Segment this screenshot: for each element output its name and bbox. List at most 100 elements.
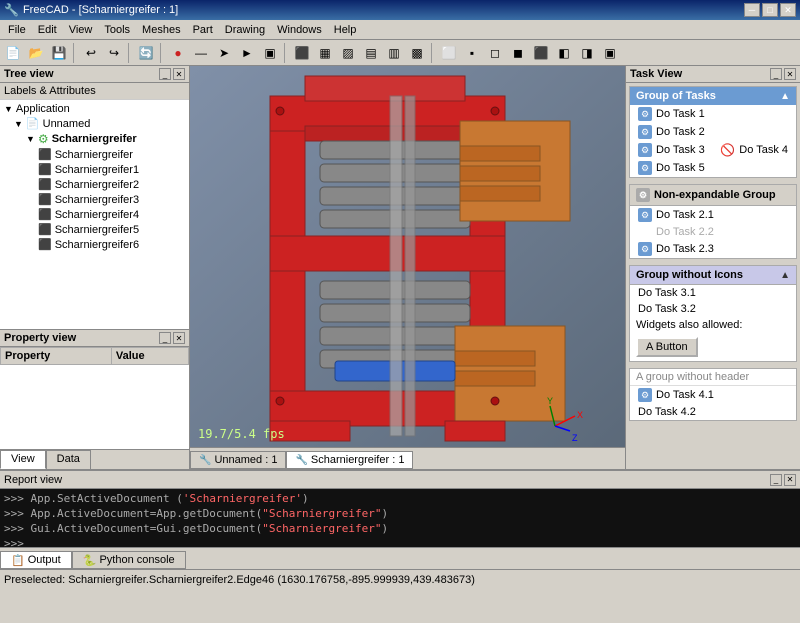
title-bar: 🔧 FreeCAD - [Scharniergreifer : 1] ─ □ ✕ xyxy=(0,0,800,20)
tab-data[interactable]: Data xyxy=(46,450,91,469)
toolbar: 📄 📂 💾 ↩ ↪ 🔄 ● — ➤ ► ▣ ⬛ ▦ ▨ ▤ ▥ ▩ ⬜ ▪ ◻ … xyxy=(0,40,800,66)
sg1-label: Scharniergreifer1 xyxy=(55,164,139,176)
task-item-4-2[interactable]: Do Task 4.2 xyxy=(630,404,796,420)
tree-item-sg5[interactable]: ⬛ Scharniergreifer5 xyxy=(2,222,187,237)
menu-help[interactable]: Help xyxy=(328,22,363,38)
tb-3d7[interactable]: ◨ xyxy=(576,42,598,64)
task-item-2-1[interactable]: ⚙ Do Task 2.1 xyxy=(630,206,796,224)
prop-view-close[interactable]: ✕ xyxy=(173,332,185,344)
tb-b3[interactable]: ▦ xyxy=(314,42,336,64)
tb-open[interactable]: 📂 xyxy=(25,42,47,64)
tb-3d4[interactable]: ◼ xyxy=(507,42,529,64)
menu-part[interactable]: Part xyxy=(187,22,219,38)
task-panel-minimize[interactable]: _ xyxy=(770,68,782,80)
tree-view-minimize[interactable]: _ xyxy=(159,68,171,80)
report-tab-output[interactable]: 📋 Output xyxy=(0,551,72,569)
task-item-1-1[interactable]: ⚙ Do Task 1 xyxy=(630,105,796,123)
tb-3d1[interactable]: ⬜ xyxy=(438,42,460,64)
fps-label: 19.7/5.4 fps xyxy=(198,427,285,441)
menu-edit[interactable]: Edit xyxy=(32,22,63,38)
sg4-label: Scharniergreifer4 xyxy=(55,209,139,221)
close-button[interactable]: ✕ xyxy=(780,3,796,17)
tb-save[interactable]: 💾 xyxy=(48,42,70,64)
tb-b2[interactable]: ⬛ xyxy=(291,42,313,64)
report-minimize[interactable]: _ xyxy=(770,474,782,486)
tb-redo[interactable]: ↪ xyxy=(103,42,125,64)
unnamed-expand-icon[interactable]: ▼ xyxy=(14,119,23,129)
a-button[interactable]: A Button xyxy=(636,337,698,357)
unnamed-doc-icon: 📄 xyxy=(26,117,40,130)
tree-item-sg6[interactable]: ⬛ Scharniergreifer6 xyxy=(2,237,187,252)
task-1-5-icon: ⚙ xyxy=(638,161,652,175)
task-group-3: Group without Icons ▲ Do Task 3.1 Do Tas… xyxy=(629,265,797,362)
3d-model-svg: X Y Z xyxy=(190,66,625,469)
expand-icon[interactable]: ▼ xyxy=(4,104,13,114)
tb-cursor[interactable]: ● xyxy=(167,42,189,64)
tb-new[interactable]: 📄 xyxy=(2,42,24,64)
tree-item-sg0[interactable]: ⬛ Scharniergreifer xyxy=(2,147,187,162)
task-item-1-5[interactable]: ⚙ Do Task 5 xyxy=(630,159,796,177)
tb-b5[interactable]: ▤ xyxy=(360,42,382,64)
tree-item-sg4[interactable]: ⬛ Scharniergreifer4 xyxy=(2,207,187,222)
tb-undo[interactable]: ↩ xyxy=(80,42,102,64)
task-2-1-icon: ⚙ xyxy=(638,208,652,222)
task-item-3-2[interactable]: Do Task 3.2 xyxy=(630,301,796,317)
tb-3d6[interactable]: ◧ xyxy=(553,42,575,64)
task-panel-close[interactable]: ✕ xyxy=(784,68,796,80)
task-item-1-3[interactable]: ⚙ Do Task 3 🚫 Do Task 4 xyxy=(630,141,796,159)
tb-line[interactable]: — xyxy=(190,42,212,64)
report-tab-python[interactable]: 🐍 Python console xyxy=(72,551,186,569)
sg-expand-icon[interactable]: ▼ xyxy=(26,134,35,144)
task-item-3-1[interactable]: Do Task 3.1 xyxy=(630,285,796,301)
task-item-2-2: Do Task 2.2 xyxy=(630,224,796,240)
tree-item-sg3[interactable]: ⬛ Scharniergreifer3 xyxy=(2,192,187,207)
vtab-scharniergreifer[interactable]: 🔧 Scharniergreifer : 1 xyxy=(286,451,413,469)
tb-refresh[interactable]: 🔄 xyxy=(135,42,157,64)
tb-b1[interactable]: ▣ xyxy=(259,42,281,64)
tree-item-unnamed[interactable]: ▼ 📄 Unnamed xyxy=(2,116,187,131)
tree-item-scharniergreifer[interactable]: ▼ ⚙ Scharniergreifer xyxy=(2,131,187,147)
labels-attributes-bar: Labels & Attributes xyxy=(0,83,189,100)
task-group-2-icon: ⚙ xyxy=(636,188,650,202)
menu-drawing[interactable]: Drawing xyxy=(219,22,271,38)
menu-tools[interactable]: Tools xyxy=(98,22,136,38)
status-text: Preselected: Scharniergreifer.Scharnierg… xyxy=(4,574,475,586)
tb-b6[interactable]: ▥ xyxy=(383,42,405,64)
tb-arrow[interactable]: ➤ xyxy=(213,42,235,64)
menu-windows[interactable]: Windows xyxy=(271,22,328,38)
tab-view[interactable]: View xyxy=(0,450,46,469)
task-group-3-collapse[interactable]: ▲ xyxy=(780,270,790,281)
prop-view-minimize[interactable]: _ xyxy=(159,332,171,344)
vtab-unnamed-icon: 🔧 xyxy=(199,455,211,466)
vtab-unnamed[interactable]: 🔧 Unnamed : 1 xyxy=(190,451,286,469)
report-close[interactable]: ✕ xyxy=(784,474,796,486)
tb-3d2[interactable]: ▪ xyxy=(461,42,483,64)
tree-item-sg1[interactable]: ⬛ Scharniergreifer1 xyxy=(2,162,187,177)
tree-view-title: Tree view xyxy=(4,68,54,80)
task-group-1-collapse[interactable]: ▲ xyxy=(780,91,790,102)
tree-item-application[interactable]: ▼ Application xyxy=(2,102,187,116)
maximize-button[interactable]: □ xyxy=(762,3,778,17)
tree-view-content[interactable]: ▼ Application ▼ 📄 Unnamed ▼ ⚙ Scharnierg… xyxy=(0,100,189,329)
report-area: Report view _ ✕ >>> App.SetActiveDocumen… xyxy=(0,469,800,569)
sg3-icon: ⬛ xyxy=(38,193,52,206)
tb-b7[interactable]: ▩ xyxy=(406,42,428,64)
menu-meshes[interactable]: Meshes xyxy=(136,22,187,38)
tb-3d5[interactable]: ⬛ xyxy=(530,42,552,64)
tb-arrow2[interactable]: ► xyxy=(236,42,258,64)
task-item-2-3[interactable]: ⚙ Do Task 2.3 xyxy=(630,240,796,258)
toolbar-separator-1 xyxy=(73,43,77,63)
sg-label: Scharniergreifer xyxy=(52,133,137,145)
tb-b4[interactable]: ▨ xyxy=(337,42,359,64)
tb-3d8[interactable]: ▣ xyxy=(599,42,621,64)
center-viewport[interactable]: X Y Z 19.7/5.4 fps 🔧 Unnamed : 1 🔧 Schar… xyxy=(190,66,625,469)
tree-item-sg2[interactable]: ⬛ Scharniergreifer2 xyxy=(2,177,187,192)
menu-file[interactable]: File xyxy=(2,22,32,38)
minimize-button[interactable]: ─ xyxy=(744,3,760,17)
tree-view-close[interactable]: ✕ xyxy=(173,68,185,80)
sg1-icon: ⬛ xyxy=(38,163,52,176)
task-item-4-1[interactable]: ⚙ Do Task 4.1 xyxy=(630,386,796,404)
tb-3d3[interactable]: ◻ xyxy=(484,42,506,64)
menu-view[interactable]: View xyxy=(63,22,99,38)
task-item-1-2[interactable]: ⚙ Do Task 2 xyxy=(630,123,796,141)
